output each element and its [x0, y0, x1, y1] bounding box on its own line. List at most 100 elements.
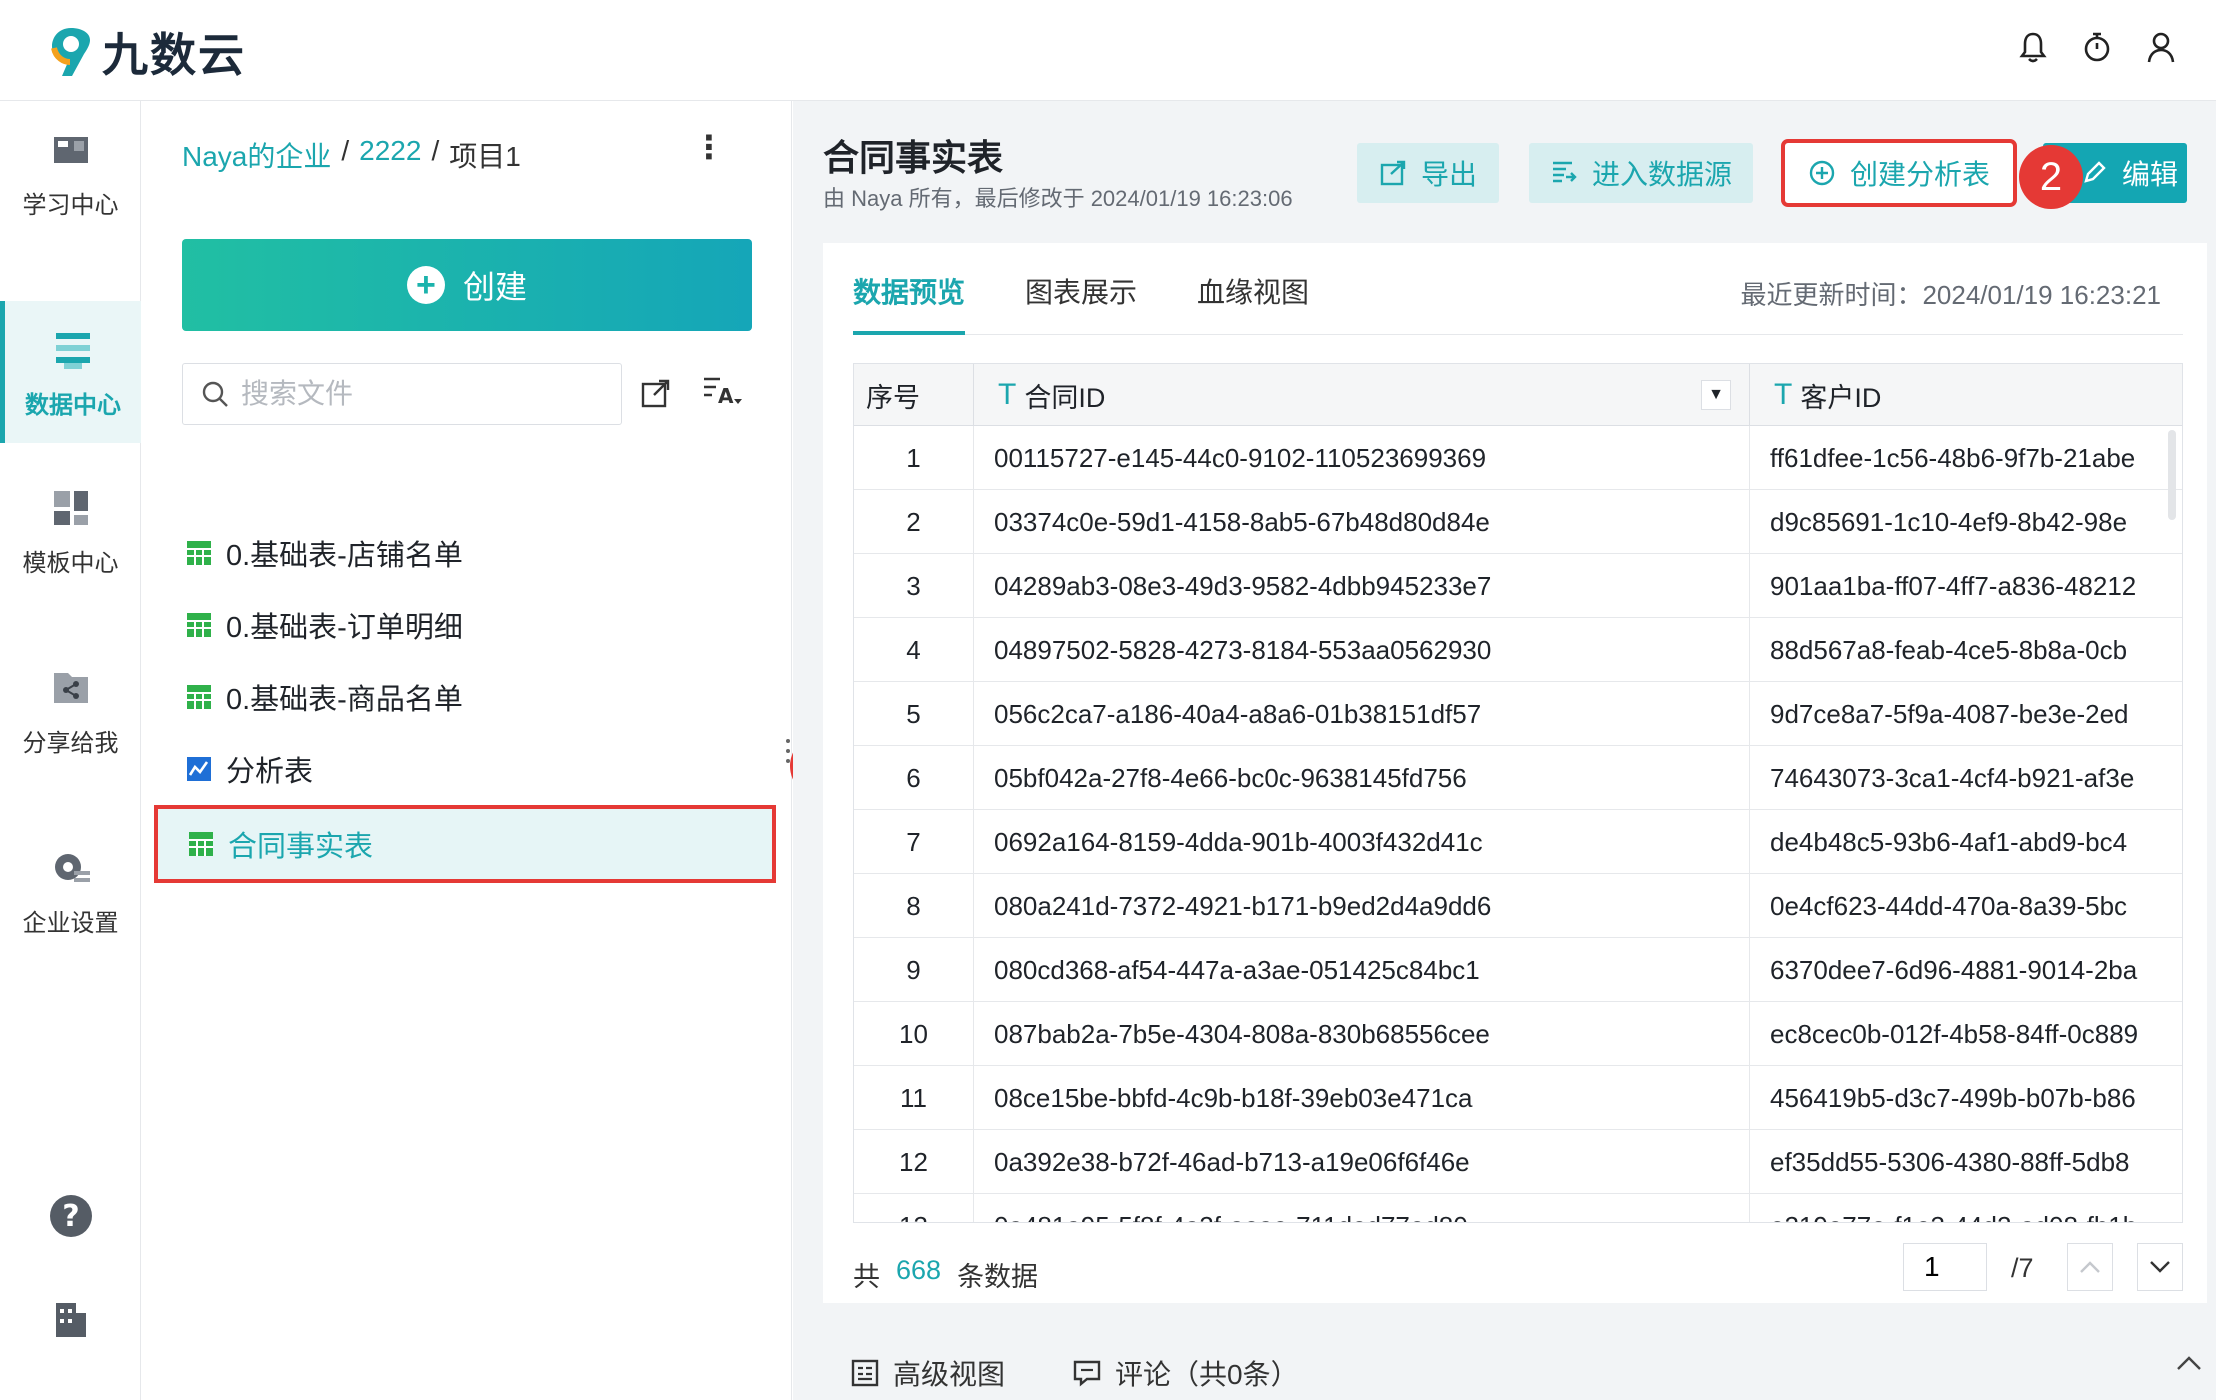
table-row[interactable]: 5 056c2ca7-a186-40a4-a8a6-01b38151df57 9d7…: [854, 682, 2182, 746]
customer-id-cell[interactable]: ec8cec0b-012f-4b58-84ff-0c889: [1750, 1002, 2182, 1066]
collapse-up-icon[interactable]: [2176, 1355, 2202, 1371]
row-index-cell[interactable]: 4: [854, 618, 974, 682]
nav-label: 企业设置: [22, 910, 119, 937]
contract-id-cell[interactable]: 087bab2a-7b5e-4304-808a-830b68556cee: [974, 1002, 1750, 1066]
table-row[interactable]: 4 04897502-5828-4273-8184-553aa0562930 88d…: [854, 618, 2182, 682]
tab-lineage-view[interactable]: 血缘视图: [1197, 271, 1309, 335]
customer-id-cell[interactable]: 88d567a8-feab-4ce5-8b8a-0cb: [1750, 618, 2182, 682]
more-options-button[interactable]: ⋮: [693, 131, 725, 163]
customer-id-cell[interactable]: de4b48c5-93b6-4af1-abd9-bc4: [1750, 810, 2182, 874]
tab-data-preview[interactable]: 数据预览: [853, 271, 966, 335]
column-header-index[interactable]: 序号: [854, 364, 974, 426]
row-index-cell[interactable]: 6: [854, 746, 974, 810]
customer-id-cell[interactable]: ef35dd55-5306-4380-88ff-5db8: [1750, 1130, 2182, 1194]
column-header-contract-id[interactable]: T 合同ID ▼: [974, 364, 1750, 426]
create-analysis-button[interactable]: 创建分析表: [1781, 139, 2017, 207]
create-button[interactable]: + 创建: [182, 239, 752, 331]
create-analysis-label: 创建分析表: [1849, 159, 1990, 190]
enter-datasource-button[interactable]: 进入数据源: [1529, 143, 1753, 203]
contract-id-cell[interactable]: 080a241d-7372-4921-b171-b9ed2d4a9dd6: [974, 874, 1750, 938]
next-page-button[interactable]: [2137, 1243, 2183, 1291]
table-row[interactable]: 7 0692a164-8159-4dda-901b-4003f432d41c de4…: [854, 810, 2182, 874]
help-button[interactable]: ?: [0, 1193, 141, 1244]
row-index-cell[interactable]: 7: [854, 810, 974, 874]
customer-id-cell[interactable]: d9c85691-1c10-4ef9-8b42-98e: [1750, 490, 2182, 554]
customer-id-cell[interactable]: 901aa1ba-ff07-4ff7-a836-48212: [1750, 554, 2182, 618]
nav-shared-with-me[interactable]: 分享给我: [0, 639, 141, 779]
vertical-scrollbar[interactable]: [2168, 430, 2176, 520]
table-row[interactable]: 8 080a241d-7372-4921-b171-b9ed2d4a9dd6 0e4…: [854, 874, 2182, 938]
search-box[interactable]: [182, 363, 622, 425]
enterprise-button[interactable]: [0, 1297, 141, 1348]
breadcrumb-folder[interactable]: 2222: [359, 135, 421, 175]
timer-icon[interactable]: [2082, 30, 2112, 64]
nav-enterprise-settings[interactable]: 企业设置: [0, 819, 141, 959]
contract-id-cell[interactable]: 04897502-5828-4273-8184-553aa0562930: [974, 618, 1750, 682]
file-item-order-detail[interactable]: 0.基础表-订单明细: [152, 589, 784, 661]
contract-id-cell[interactable]: 0a392e38-b72f-46ad-b713-a19e06f6f46e: [974, 1130, 1750, 1194]
row-index-cell[interactable]: 8: [854, 874, 974, 938]
search-input[interactable]: [241, 378, 601, 410]
table-icon: [189, 832, 213, 856]
customer-id-cell[interactable]: 74643073-3ca1-4cf4-b921-af3e: [1750, 746, 2182, 810]
comments-button[interactable]: 评论（共0条）: [1073, 1353, 1299, 1393]
edit-icon: [2084, 161, 2106, 183]
row-index-cell[interactable]: 12: [854, 1130, 974, 1194]
row-index-cell[interactable]: 1: [854, 426, 974, 490]
customer-id-cell[interactable]: 9d7ce8a7-5f9a-4087-be3e-2ed: [1750, 682, 2182, 746]
bell-icon[interactable]: [2018, 30, 2048, 64]
user-icon[interactable]: [2146, 30, 2176, 64]
customer-id-cell[interactable]: ff61dfee-1c56-48b6-9f7b-21abe: [1750, 426, 2182, 490]
table-row[interactable]: 1 00115727-e145-44c0-9102-110523699369 ff6…: [854, 426, 2182, 490]
table-row[interactable]: 2 03374c0e-59d1-4158-8ab5-67b48d80d84e d9c…: [854, 490, 2182, 554]
contract-id-cell[interactable]: 05bf042a-27f8-4e66-bc0c-9638145fd756: [974, 746, 1750, 810]
nav-learning-center[interactable]: 学习中心: [0, 101, 141, 241]
row-index-cell[interactable]: 2: [854, 490, 974, 554]
contract-id-cell[interactable]: 0692a164-8159-4dda-901b-4003f432d41c: [974, 810, 1750, 874]
customer-id-cell[interactable]: 0e4cf623-44dd-470a-8a39-5bc: [1750, 874, 2182, 938]
file-item-product-list[interactable]: 0.基础表-商品名单: [152, 661, 784, 733]
table-row[interactable]: 11 08ce15be-bbfd-4c9b-b18f-39eb03e471ca 45…: [854, 1066, 2182, 1130]
customer-id-cell[interactable]: e219e77e-f1e3-44d2-ad08-fb1b: [1750, 1194, 2182, 1223]
file-item-store-list[interactable]: 0.基础表-店铺名单: [152, 517, 784, 589]
text-type-icon: T: [998, 378, 1017, 411]
row-index-cell[interactable]: 3: [854, 554, 974, 618]
contract-id-cell[interactable]: 056c2ca7-a186-40a4-a8a6-01b38151df57: [974, 682, 1750, 746]
nav-data-center[interactable]: 数据中心: [0, 301, 141, 443]
file-item-contract-fact[interactable]: 合同事实表: [154, 805, 776, 883]
page-number-input[interactable]: [1903, 1243, 1987, 1291]
contract-id-cell[interactable]: 080cd368-af54-447a-a3ae-051425c84bc1: [974, 938, 1750, 1002]
row-index-cell[interactable]: 10: [854, 1002, 974, 1066]
prev-page-button[interactable]: [2067, 1243, 2113, 1291]
table-row[interactable]: 10 087bab2a-7b5e-4304-808a-830b68556cee ec…: [854, 1002, 2182, 1066]
customer-id-cell[interactable]: 6370dee7-6d96-4881-9014-2ba: [1750, 938, 2182, 1002]
table-row[interactable]: 9 080cd368-af54-447a-a3ae-051425c84bc1 637…: [854, 938, 2182, 1002]
comment-icon: [1073, 1360, 1101, 1387]
contract-id-cell[interactable]: 04289ab3-08e3-49d3-9582-4dbb945233e7: [974, 554, 1750, 618]
logo[interactable]: 九数云: [48, 22, 246, 82]
contract-id-cell[interactable]: 0a481a95-5f8f-4a2f-aeae-711ded77ed80: [974, 1194, 1750, 1222]
tab-chart-display[interactable]: 图表展示: [1025, 271, 1137, 335]
nav-template-center[interactable]: 模板中心: [0, 459, 141, 599]
file-item-analysis[interactable]: 分析表: [152, 733, 784, 805]
sort-icon[interactable]: A: [702, 375, 742, 409]
breadcrumb-org[interactable]: Naya的企业: [182, 135, 331, 175]
contract-id-cell[interactable]: 03374c0e-59d1-4158-8ab5-67b48d80d84e: [974, 490, 1750, 554]
row-index-cell[interactable]: 11: [854, 1066, 974, 1130]
row-index-cell[interactable]: 9: [854, 938, 974, 1002]
column-dropdown-icon[interactable]: ▼: [1701, 380, 1731, 410]
table-row[interactable]: 6 05bf042a-27f8-4e66-bc0c-9638145fd756 746…: [854, 746, 2182, 810]
row-index-cell[interactable]: 13: [854, 1194, 974, 1222]
record-count: 共 668 条数据: [853, 1255, 1038, 1294]
row-index-cell[interactable]: 5: [854, 682, 974, 746]
contract-id-cell[interactable]: 00115727-e145-44c0-9102-110523699369: [974, 426, 1750, 490]
table-row[interactable]: 130a481a95-5f8f-4a2f-aeae-711ded77ed80e2…: [854, 1194, 2182, 1223]
table-row[interactable]: 12 0a392e38-b72f-46ad-b713-a19e06f6f46e ef…: [854, 1130, 2182, 1194]
customer-id-cell[interactable]: 456419b5-d3c7-499b-b07b-b86: [1750, 1066, 2182, 1130]
column-header-customer-id[interactable]: T 客户ID: [1750, 364, 2182, 426]
locate-file-icon[interactable]: [640, 377, 672, 409]
export-button[interactable]: 导出: [1357, 143, 1499, 203]
table-row[interactable]: 3 04289ab3-08e3-49d3-9582-4dbb945233e7 901…: [854, 554, 2182, 618]
contract-id-cell[interactable]: 08ce15be-bbfd-4c9b-b18f-39eb03e471ca: [974, 1066, 1750, 1130]
advanced-view-button[interactable]: 高级视图: [851, 1353, 1005, 1393]
